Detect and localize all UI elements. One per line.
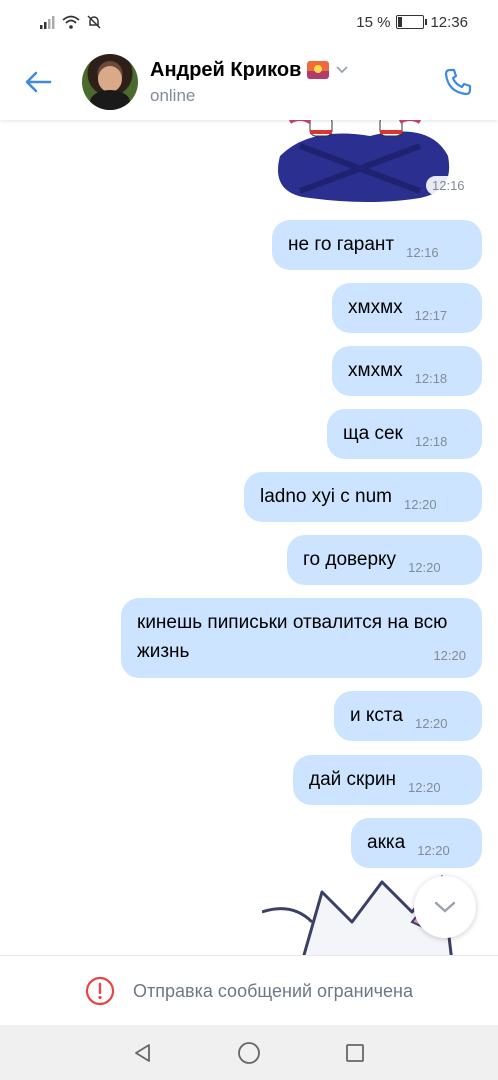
message-bubble[interactable]: и кста 12:20 xyxy=(334,691,482,741)
system-nav-bar xyxy=(0,1025,498,1080)
contact-status: online xyxy=(150,85,196,105)
message-bubble[interactable]: дай скрин 12:20 xyxy=(293,755,482,805)
message-time: 12:16 xyxy=(406,244,439,260)
restricted-text: Отправка сообщений ограничена xyxy=(133,980,413,1001)
back-button[interactable] xyxy=(8,52,68,112)
battery-icon xyxy=(396,15,428,29)
message-time: 12:20 xyxy=(404,496,437,512)
signal-icon xyxy=(40,16,55,29)
contact-name: Андрей Криков xyxy=(150,58,302,81)
circle-home-icon xyxy=(238,1041,260,1064)
avatar[interactable] xyxy=(82,54,138,110)
chevron-down-icon xyxy=(434,901,456,913)
call-button[interactable] xyxy=(436,60,480,104)
message-text: и кста xyxy=(350,705,403,726)
message-text: не го гарант xyxy=(288,234,395,255)
message-bubble[interactable]: ща сек 12:18 xyxy=(327,409,482,459)
message-bubble[interactable]: ladno xyi c num 12:20 xyxy=(244,472,482,522)
square-recents-icon xyxy=(346,1043,364,1062)
sunset-emoji-icon xyxy=(307,61,330,79)
chat-title[interactable]: Андрей Криков online xyxy=(150,59,349,106)
sticker-time: 12:16 xyxy=(426,176,471,195)
status-bar: 15 % 12:36 xyxy=(0,0,498,44)
triangle-back-icon xyxy=(135,1043,150,1062)
message-time: 12:18 xyxy=(414,433,448,449)
message-time: 12:20 xyxy=(408,559,441,575)
message-time: 12:20 xyxy=(408,779,441,795)
clock: 12:36 xyxy=(430,13,468,31)
nav-back-button[interactable] xyxy=(123,1033,163,1073)
message-time: 12:18 xyxy=(414,370,448,386)
message-time: 12:17 xyxy=(414,307,448,323)
message-bubble[interactable]: хмхмх 12:18 xyxy=(332,346,482,396)
message-time: 12:20 xyxy=(414,715,448,731)
message-bubble[interactable]: го доверку 12:20 xyxy=(287,535,482,585)
back-arrow-icon xyxy=(25,71,52,93)
message-text: кинешь пиписьки отвалится на всю жизнь xyxy=(137,612,448,662)
message-bubble[interactable]: хмхмх 12:17 xyxy=(332,283,482,333)
wifi-icon xyxy=(62,15,80,29)
phone-icon xyxy=(444,68,472,96)
message-time: 12:20 xyxy=(417,842,450,858)
battery-percent: 15 % xyxy=(356,13,391,31)
message-text: ladno xyi c num xyxy=(260,486,393,507)
message-text: дай скрин xyxy=(309,769,397,790)
messaging-restricted-bar: Отправка сообщений ограничена xyxy=(0,955,498,1026)
message-list[interactable]: 12:16 не го гарант 12:16 хмхмх 12:17 хмх… xyxy=(0,120,498,955)
message-bubble[interactable]: кинешь пиписьки отвалится на всю жизнь 1… xyxy=(121,598,482,678)
chat-header: Андрей Криков online xyxy=(0,44,498,120)
message-time: 12:20 xyxy=(433,648,466,663)
mute-bell-icon xyxy=(87,15,101,29)
nav-home-button[interactable] xyxy=(229,1033,269,1073)
message-bubble[interactable]: акка 12:20 xyxy=(351,818,482,868)
warning-circle-icon xyxy=(85,976,115,1006)
message-text: хмхмх xyxy=(348,360,403,381)
message-text: хмхмх xyxy=(348,297,403,318)
chevron-down-icon xyxy=(336,66,349,74)
message-text: го доверку xyxy=(303,549,397,570)
message-text: ща сек xyxy=(343,423,403,444)
nav-recents-button[interactable] xyxy=(335,1033,375,1073)
message-bubble[interactable]: не го гарант 12:16 xyxy=(272,220,482,270)
message-text: акка xyxy=(367,832,406,853)
scroll-down-button[interactable] xyxy=(414,876,476,938)
